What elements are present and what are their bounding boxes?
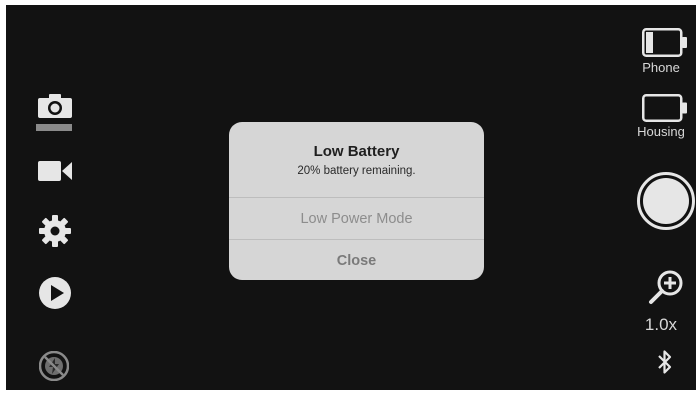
shutter-button[interactable] bbox=[636, 171, 696, 231]
right-status-bar: Phone Housing 1.0x bbox=[626, 5, 696, 390]
zoom-level: 1.0x bbox=[644, 315, 678, 334]
camera-screen: Low Battery 20% battery remaining. Low P… bbox=[6, 5, 696, 390]
phone-battery-label: Phone bbox=[642, 60, 680, 75]
play-icon[interactable] bbox=[39, 277, 71, 309]
housing-battery-icon bbox=[642, 94, 687, 122]
camera-icon[interactable] bbox=[38, 94, 72, 118]
close-button[interactable]: Close bbox=[229, 240, 484, 280]
alert-message: 20% battery remaining. bbox=[297, 165, 416, 177]
no-flash-icon[interactable] bbox=[39, 351, 69, 381]
video-camera-icon[interactable] bbox=[38, 160, 72, 182]
selected-mode-indicator bbox=[36, 124, 72, 131]
zoom-in-icon[interactable] bbox=[648, 269, 684, 305]
left-toolbar bbox=[6, 5, 96, 390]
gear-icon[interactable] bbox=[39, 215, 71, 247]
alert-title: Low Battery bbox=[313, 143, 400, 160]
low-power-mode-button[interactable]: Low Power Mode bbox=[229, 198, 484, 239]
housing-battery-label: Housing bbox=[637, 124, 685, 139]
bluetooth-icon bbox=[658, 350, 672, 374]
low-battery-alert: Low Battery 20% battery remaining. Low P… bbox=[229, 122, 484, 280]
phone-battery-icon bbox=[642, 28, 687, 57]
